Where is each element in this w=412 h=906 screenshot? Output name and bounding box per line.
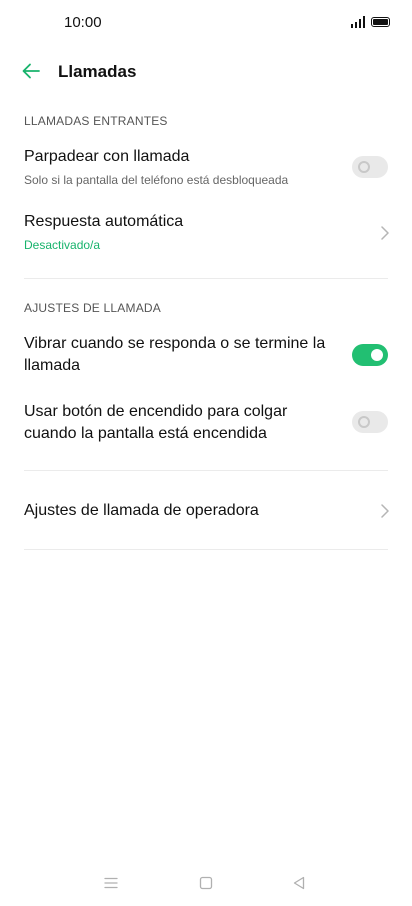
toggle-knob <box>371 349 383 361</box>
flash-toggle[interactable] <box>352 156 388 178</box>
back-arrow-icon[interactable] <box>20 60 42 82</box>
status-icons <box>351 16 390 28</box>
battery-icon <box>371 17 390 27</box>
divider <box>24 278 388 279</box>
navigation-bar <box>0 866 412 906</box>
row-vibrate-title: Vibrar cuando se responda o se termine l… <box>24 335 326 374</box>
chevron-right-icon <box>381 504 389 518</box>
section-header-incoming: LLAMADAS ENTRANTES <box>24 114 168 128</box>
section-header-call-settings: AJUSTES DE LLAMADA <box>24 301 161 315</box>
back-triangle-icon[interactable] <box>291 875 307 891</box>
row-power-end-title: Usar botón de encendido para colgar cuan… <box>24 403 288 442</box>
header: Llamadas <box>0 50 412 94</box>
row-flash-on-call[interactable]: Parpadear con llamada Solo si la pantall… <box>0 140 412 196</box>
toggle-knob <box>358 416 370 428</box>
status-time: 10:00 <box>64 14 102 31</box>
home-square-icon[interactable] <box>198 875 214 891</box>
row-auto-answer[interactable]: Respuesta automática Desactivado/a <box>0 205 412 267</box>
page-title: Llamadas <box>58 62 137 81</box>
row-flash-title: Parpadear con llamada <box>24 148 190 165</box>
divider <box>24 470 388 471</box>
vibrate-toggle[interactable] <box>352 344 388 366</box>
divider <box>24 549 388 550</box>
power-end-toggle[interactable] <box>352 411 388 433</box>
row-auto-answer-value: Desactivado/a <box>24 238 101 252</box>
row-power-end-call[interactable]: Usar botón de encendido para colgar cuan… <box>0 396 412 452</box>
row-auto-answer-title: Respuesta automática <box>24 213 184 230</box>
row-vibrate[interactable]: Vibrar cuando se responda o se termine l… <box>0 328 412 384</box>
signal-icon <box>351 16 365 28</box>
menu-icon[interactable] <box>103 875 119 891</box>
toggle-knob <box>358 161 370 173</box>
row-operator-settings[interactable]: Ajustes de llamada de operadora <box>0 482 412 540</box>
chevron-right-icon <box>381 226 389 240</box>
status-bar: 10:00 <box>0 0 412 46</box>
row-flash-subtitle: Solo si la pantalla del teléfono está de… <box>24 173 289 187</box>
row-operator-title: Ajustes de llamada de operadora <box>24 502 259 519</box>
screen: 10:00 Llamadas LLAMADAS ENTRANTES Parpad… <box>0 0 412 906</box>
